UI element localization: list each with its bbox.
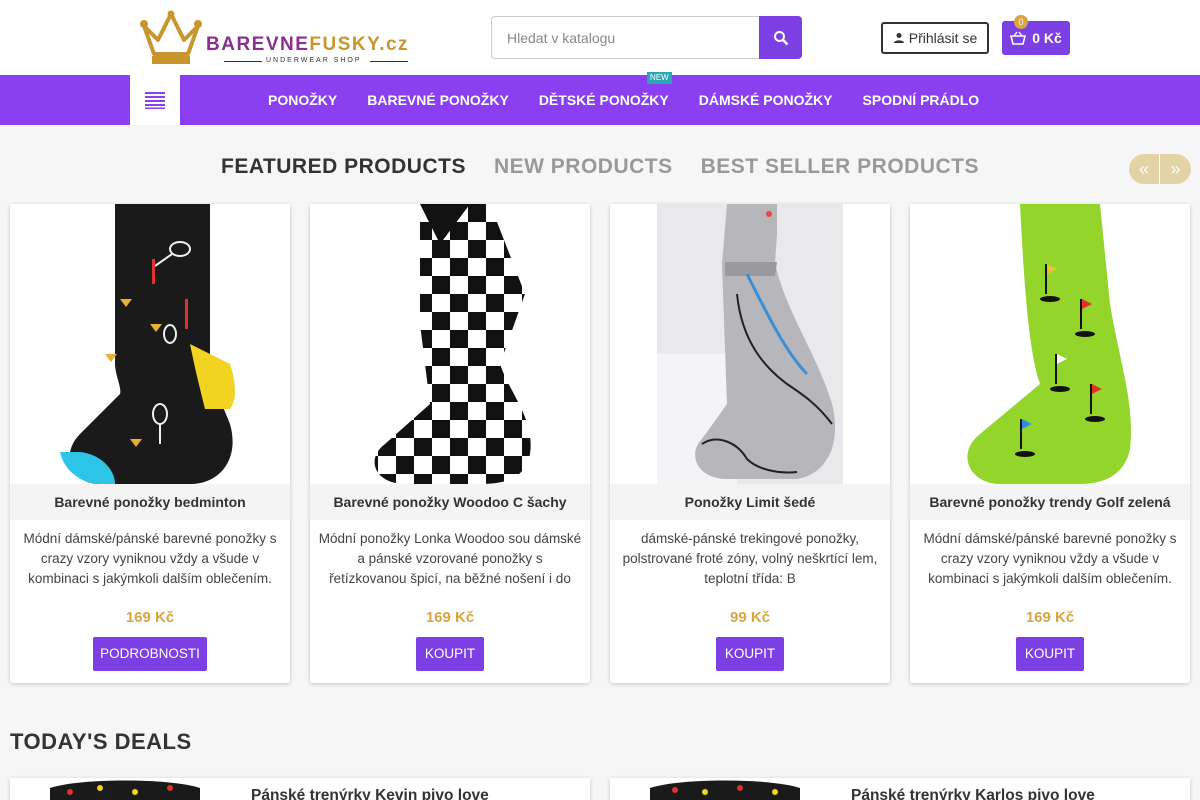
logo-brand-part2: FUSKY.cz <box>309 34 410 55</box>
deal-product-name[interactable]: Pánské trenýrky Kevin pivo love <box>251 787 489 800</box>
carousel-prev-button[interactable]: « <box>1129 154 1160 184</box>
nav-item-spodni-pradlo[interactable]: SPODNÍ PRÁDLO <box>848 75 995 125</box>
product-image[interactable] <box>310 204 590 484</box>
product-price: 169 Kč <box>125 609 175 626</box>
sock-trekking-image <box>657 204 843 484</box>
search-form <box>491 16 802 59</box>
cart-button[interactable]: 0 0 Kč <box>1002 15 1070 55</box>
search-button[interactable] <box>759 16 802 59</box>
product-name[interactable]: Barevné ponožky Woodoo C šachy <box>310 484 590 520</box>
product-tabs: FEATURED PRODUCTS NEW PRODUCTS BEST SELL… <box>0 155 1200 185</box>
basket-icon <box>1010 31 1027 45</box>
buy-button[interactable]: KOUPIT <box>716 637 784 671</box>
search-input[interactable] <box>491 16 760 59</box>
logo-wordmark: BAREVNEFUSKY.cz <box>206 34 409 56</box>
product-description: Módní dámské/pánské barevné ponožky s cr… <box>23 531 277 586</box>
tab-new-products[interactable]: NEW PRODUCTS <box>494 155 673 185</box>
header: BAREVNEFUSKY.cz UNDERWEAR SHOP Přihlásit… <box>0 0 1200 75</box>
product-card: Barevné ponožky trendy Golf zelená Módní… <box>910 204 1190 683</box>
product-image[interactable] <box>910 204 1190 484</box>
deal-product-name[interactable]: Pánské trenýrky Karlos pivo love <box>851 787 1095 800</box>
nav-item-damske-ponozky[interactable]: DÁMSKÉ PONOŽKY <box>684 75 848 125</box>
new-badge: NEW <box>647 72 672 84</box>
product-name[interactable]: Ponožky Limit šedé <box>610 484 890 520</box>
login-label: Přihlásit se <box>908 30 978 46</box>
product-card: Ponožky Limit šedé dámské-pánské treking… <box>610 204 890 683</box>
product-price: 169 Kč <box>1025 609 1075 626</box>
site-logo[interactable]: BAREVNEFUSKY.cz UNDERWEAR SHOP <box>138 10 418 68</box>
cart-count-badge: 0 <box>1014 15 1028 29</box>
double-chevron-right-icon: » <box>1170 158 1181 179</box>
nav-item-label: DĚTSKÉ PONOŽKY <box>538 92 669 108</box>
buy-button[interactable]: KOUPIT <box>1016 637 1084 671</box>
cart-total: 0 Kč <box>1032 30 1062 46</box>
nav-item-ponozky[interactable]: PONOŽKY <box>253 75 352 125</box>
logo-divider <box>370 61 408 62</box>
details-button[interactable]: PODROBNOSTI <box>93 637 207 671</box>
deals-heading: TODAY'S DEALS <box>10 729 192 754</box>
deal-card: Pánské trenýrky Karlos pivo love <box>610 778 1190 800</box>
sock-badminton-image <box>60 204 235 484</box>
user-icon <box>893 33 904 43</box>
double-chevron-left-icon: « <box>1138 158 1149 179</box>
product-name[interactable]: Barevné ponožky bedminton <box>10 484 290 520</box>
carousel-next-button[interactable]: » <box>1160 154 1191 184</box>
product-description: dámské-pánské trekingové ponožky, polstr… <box>622 531 878 586</box>
product-card: Barevné ponožky bedminton Módní dámské/p… <box>10 204 290 683</box>
logo-divider <box>224 61 262 62</box>
menu-toggle-button[interactable] <box>130 75 180 125</box>
deal-card: Pánské trenýrky Kevin pivo love <box>10 778 590 800</box>
crown-logo-icon <box>140 10 202 64</box>
login-button[interactable]: Přihlásit se <box>881 22 989 54</box>
product-card: Barevné ponožky Woodoo C šachy Módní pon… <box>310 204 590 683</box>
carousel-arrows: « » <box>1129 154 1191 184</box>
product-image[interactable] <box>10 204 290 484</box>
main-nav: PONOŽKY BAREVNÉ PONOŽKY DĚTSKÉ PONOŽKY N… <box>0 72 1200 125</box>
product-image[interactable] <box>610 204 890 484</box>
deal-product-image[interactable] <box>40 778 210 800</box>
nav-item-detske-ponozky[interactable]: DĚTSKÉ PONOŽKY NEW <box>524 72 684 125</box>
logo-brand-part1: BAREVNE <box>206 34 310 55</box>
nav-item-barevne-ponozky[interactable]: BAREVNÉ PONOŽKY <box>352 75 524 125</box>
sock-chess-image <box>374 204 531 484</box>
tab-best-seller-products[interactable]: BEST SELLER PRODUCTS <box>701 155 979 185</box>
product-price: 169 Kč <box>425 609 475 626</box>
list-menu-icon <box>145 92 165 109</box>
product-price: 99 Kč <box>729 609 771 626</box>
search-icon <box>773 30 788 45</box>
nav-items: PONOŽKY BAREVNÉ PONOŽKY DĚTSKÉ PONOŽKY N… <box>253 72 995 125</box>
product-name[interactable]: Barevné ponožky trendy Golf zelená <box>910 484 1190 520</box>
sock-golf-image <box>967 204 1131 484</box>
product-description: Módní dámské/pánské barevné ponožky s cr… <box>923 531 1177 586</box>
buy-button[interactable]: KOUPIT <box>416 637 484 671</box>
logo-tagline: UNDERWEAR SHOP <box>266 57 362 64</box>
deal-product-image[interactable] <box>640 778 810 800</box>
product-description: Módní ponožky Lonka Woodoo sou dámské a … <box>318 531 582 586</box>
tab-featured-products[interactable]: FEATURED PRODUCTS <box>221 155 466 185</box>
